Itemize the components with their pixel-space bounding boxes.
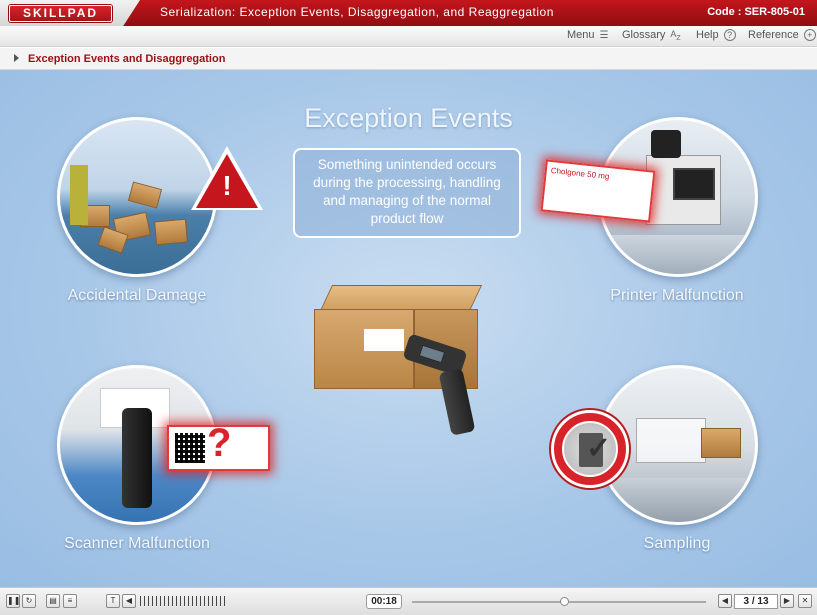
volume-slider[interactable] <box>140 596 225 606</box>
description-box: Something unintended occurs during the p… <box>293 148 521 238</box>
page-indicator: 3 / 13 <box>734 594 778 609</box>
reference-plus-icon: + <box>803 29 816 41</box>
menu-label: Menu <box>567 29 595 41</box>
seek-bar[interactable] <box>412 601 706 603</box>
printer-screen-shape <box>673 168 715 200</box>
package-barcode-label <box>364 329 404 351</box>
glossary-label: Glossary <box>622 29 666 42</box>
product-box-label-icon: Cholgone 50 mg <box>540 159 656 223</box>
box-shape <box>127 181 163 209</box>
box-shape <box>701 428 741 458</box>
previous-page-button[interactable]: ◀ <box>718 594 732 608</box>
conveyor-shape <box>601 478 755 522</box>
package-top <box>319 285 483 311</box>
skillpad-logo: SKILLPAD <box>9 5 112 22</box>
reference-button[interactable]: Reference + <box>748 29 816 41</box>
printer-malfunction-label: Printer Malfunction <box>610 287 744 304</box>
player-controls: ❚❚ ↻ ▤ ≡ T ◀ 00:18 ◀ 3 / 13 ▶ ✕ <box>0 587 817 615</box>
help-label: Help <box>696 29 719 41</box>
notes-button[interactable]: ▤ <box>46 594 60 608</box>
inspection-station-shape <box>636 418 706 463</box>
help-button[interactable]: Help ? <box>696 29 736 41</box>
pause-button[interactable]: ❚❚ <box>6 594 20 608</box>
exclamation-mark-icon: ! <box>222 170 232 201</box>
unreadable-code-icon: ? <box>167 421 270 471</box>
volume-button[interactable]: ◀ <box>122 594 136 608</box>
question-mark-icon: ? <box>207 421 232 465</box>
next-page-button[interactable]: ▶ <box>780 594 794 608</box>
logo-area: SKILLPAD <box>0 0 140 26</box>
reference-label: Reference <box>748 29 799 41</box>
fixed-scanner-shape <box>122 408 152 508</box>
checkmark-icon: ✓ <box>586 432 612 465</box>
breadcrumb: Exception Events and Disaggregation <box>0 48 817 70</box>
text-button[interactable]: T <box>106 594 120 608</box>
glossary-button[interactable]: Glossary AZ <box>622 29 681 42</box>
title-bar: SKILLPAD Serialization: Exception Events… <box>0 0 817 26</box>
qr-code-icon <box>175 433 205 463</box>
menu-button[interactable]: Menu ☰ <box>567 29 609 41</box>
sampling-badge: ✓ <box>551 410 629 488</box>
glossary-az-icon: AZ <box>670 29 681 42</box>
top-nav: Menu ☰ Glossary AZ Help ? Reference + <box>0 26 817 47</box>
seek-thumb[interactable] <box>560 597 569 606</box>
scanner-malfunction-label: Scanner Malfunction <box>64 535 210 552</box>
course-title: Serialization: Exception Events, Disaggr… <box>160 5 554 19</box>
box-shape <box>154 218 188 246</box>
course-code: Code : SER-805-01 <box>707 6 805 18</box>
replay-button[interactable]: ↻ <box>22 594 36 608</box>
menu-icon: ☰ <box>599 29 609 41</box>
conveyor-shape <box>601 235 755 274</box>
transcript-button[interactable]: ≡ <box>63 594 77 608</box>
checklist-icon: ✓ <box>562 421 618 477</box>
breadcrumb-text: Exception Events and Disaggregation <box>28 53 226 65</box>
breadcrumb-arrow-icon <box>14 54 19 62</box>
sampling-label: Sampling <box>643 535 711 552</box>
help-icon: ? <box>723 29 736 41</box>
time-display: 00:18 <box>366 594 402 609</box>
accidental-damage-label: Accidental Damage <box>67 287 207 304</box>
printer-head-shape <box>651 130 681 158</box>
forklift-shape <box>70 165 88 225</box>
content-stage: Exception Events Something unintended oc… <box>0 70 817 587</box>
close-button[interactable]: ✕ <box>798 594 812 608</box>
